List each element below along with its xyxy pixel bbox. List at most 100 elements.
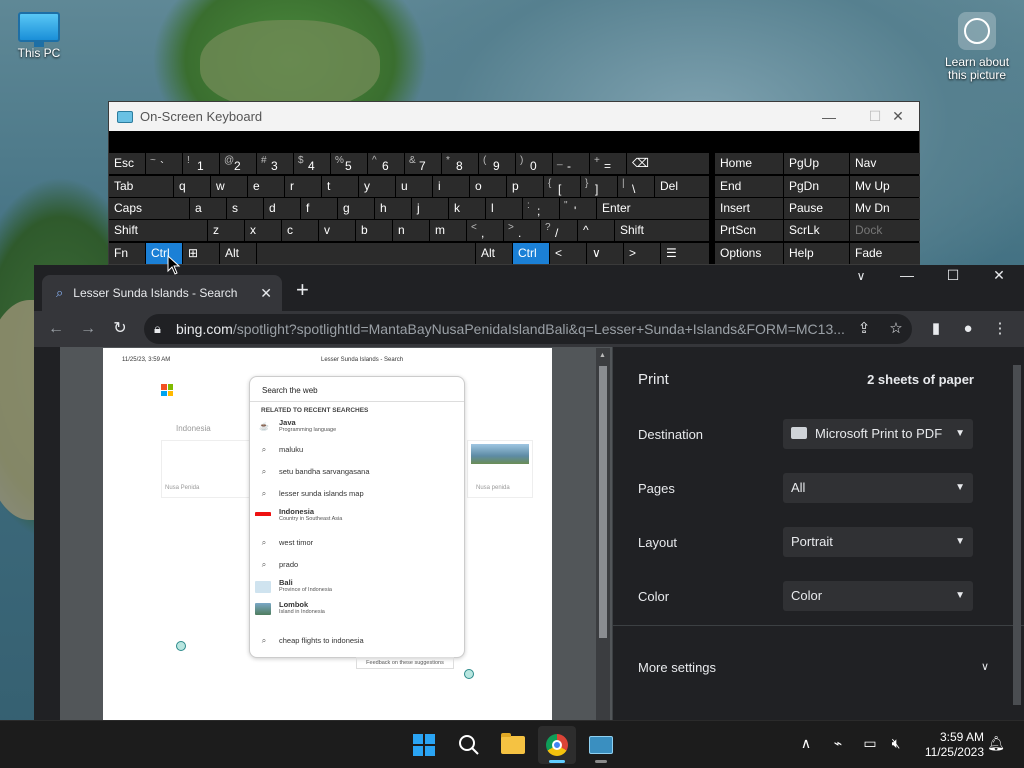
volume-muted-icon[interactable]: 🔇︎ [886,735,906,752]
osk-key-symbol[interactable]: ⌫ [627,153,709,174]
osk-key-v[interactable]: v [319,220,355,241]
osk-key-y[interactable]: y [359,176,395,197]
osk-key-a[interactable]: a [190,198,226,219]
osk-key-insert[interactable]: Insert [715,198,783,219]
side-panel-icon[interactable]: ▮ [924,317,948,341]
search-button[interactable] [450,726,488,764]
minimize-button[interactable]: — [884,267,930,283]
osk-key-help[interactable]: Help [784,243,849,264]
osk-key-u[interactable]: u [396,176,432,197]
osk-key-l[interactable]: l [486,198,522,219]
suggestion-item[interactable]: ⌕ prado [250,555,464,575]
profile-avatar-icon[interactable]: ● [956,317,980,341]
osk-key-symbol[interactable]: ~ ` [146,153,182,174]
osk-key-7[interactable]: & 7 [405,153,441,174]
osk-key-2[interactable]: @2 [220,153,256,174]
osk-key-0[interactable]: ) 0 [516,153,552,174]
suggestion-item[interactable]: Bali Province of Indonesia [250,577,464,597]
close-button[interactable]: ✕ [976,267,1022,284]
osk-key-symbol[interactable]: >. [504,220,540,241]
tab-search-chevron-icon[interactable]: ∨ [838,269,884,283]
suggestion-item[interactable]: Lombok Island in Indonesia [250,599,464,619]
osk-title-bar[interactable]: On-Screen Keyboard — ☐ ✕ [109,102,919,131]
osk-key-pgdn[interactable]: PgDn [784,176,849,197]
osk-key-symbol[interactable]: {[ [544,176,580,197]
this-pc-desktop-icon[interactable]: This PC [4,12,74,60]
osk-key-symbol[interactable]: ^ [578,220,614,241]
osk-key-caps[interactable]: Caps [109,198,189,219]
menu-kebab-icon[interactable]: ⋮ [988,317,1012,341]
osk-key-fn[interactable]: Fn [109,243,145,264]
maximize-button[interactable]: ☐ [930,267,976,284]
osk-key-4[interactable]: $4 [294,153,330,174]
osk-key-shift[interactable]: Shift [615,220,709,241]
search-input[interactable]: Search the web [262,386,318,395]
osk-key-5[interactable]: % 5 [331,153,367,174]
osk-key-9[interactable]: (9 [479,153,515,174]
network-icon[interactable]: ⌁ [828,735,848,752]
osk-key-j[interactable]: j [412,198,448,219]
learn-about-picture-desktop-icon[interactable]: Learn about this picture [940,12,1014,82]
osk-key-symbol[interactable]: <, [467,220,503,241]
osk-key-pause[interactable]: Pause [784,198,849,219]
scroll-up-icon[interactable]: ▲ [599,352,606,359]
suggestion-item[interactable]: ⌕ setu bandha sarvangasana [250,462,464,482]
osk-key-g[interactable]: g [338,198,374,219]
back-button[interactable]: ← [44,317,68,341]
osk-key-6[interactable]: ^ 6 [368,153,404,174]
system-clock[interactable]: 3:59 AM 11/25/2023 [912,730,984,760]
notification-bell-icon[interactable]: 🔔︎ [986,735,1006,752]
destination-select[interactable]: Microsoft Print to PDF ▼ [783,419,973,449]
osk-key-symbol[interactable]: < [550,243,586,264]
osk-key-del[interactable]: Del [655,176,709,197]
scrollbar-thumb[interactable] [599,366,607,638]
osk-key-scrlk[interactable]: ScrLk [784,220,849,241]
layout-select[interactable]: Portrait ▼ [783,527,973,557]
osk-key-r[interactable]: r [285,176,321,197]
chevron-down-icon[interactable]: ∨ [981,660,989,673]
suggestions-feedback-link[interactable]: Feedback on these suggestions [356,657,454,669]
osk-key-dock[interactable]: Dock [850,220,920,241]
more-settings-toggle[interactable]: More settings [638,660,716,675]
osk-key-pgup[interactable]: PgUp [784,153,849,174]
osk-key-d[interactable]: d [264,198,300,219]
suggestion-item[interactable]: ⌕ maluku [250,440,464,460]
osk-key-symbol[interactable]: :; [523,198,559,219]
osk-key-nav[interactable]: Nav [850,153,920,174]
osk-key-symbol[interactable]: ∨ [587,243,623,264]
osk-key-prtscn[interactable]: PrtScn [715,220,783,241]
osk-key-k[interactable]: k [449,198,485,219]
osk-key-mvdn[interactable]: Mv Dn [850,198,920,219]
suggestion-item[interactable]: ⌕ lesser sunda islands map [250,484,464,504]
osk-key-mvup[interactable]: Mv Up [850,176,920,197]
osk-key-x[interactable]: x [245,220,281,241]
osk-key-b[interactable]: b [356,220,392,241]
osk-key-o[interactable]: o [470,176,506,197]
osk-key-i[interactable]: i [433,176,469,197]
close-button[interactable]: ✕ [875,102,921,131]
forward-button[interactable]: → [76,317,100,341]
osk-key-options[interactable]: Options [715,243,783,264]
osk-key-f[interactable]: f [301,198,337,219]
osk-key-enter[interactable]: Enter [597,198,709,219]
osk-key-q[interactable]: q [174,176,210,197]
scrollbar-thumb[interactable] [1013,365,1021,705]
start-button[interactable] [405,726,443,764]
osk-key-ctrl[interactable]: Ctrl [513,243,549,264]
osk-key-symbol[interactable]: ? / [541,220,577,241]
osk-key-symbol[interactable]: ⊞ [183,243,219,264]
osk-taskbar-button[interactable] [582,726,620,764]
osk-key-symbol[interactable]: ☰ [661,243,709,264]
osk-key-s[interactable]: s [227,198,263,219]
tab-lesser-sunda-search[interactable]: ⌕ Lesser Sunda Islands - Search ✕ [42,275,282,311]
osk-key-c[interactable]: c [282,220,318,241]
osk-key-symbol[interactable]: }] [581,176,617,197]
osk-key-esc[interactable]: Esc [109,153,145,174]
osk-key-alt[interactable]: Alt [220,243,256,264]
osk-key-p[interactable]: p [507,176,543,197]
minimize-button[interactable]: — [806,102,852,131]
osk-key-e[interactable]: e [248,176,284,197]
settings-scrollbar[interactable] [1012,351,1022,717]
show-hidden-icons-chevron-up-icon[interactable]: ∧ [796,735,816,752]
osk-key-tab[interactable]: Tab [109,176,173,197]
